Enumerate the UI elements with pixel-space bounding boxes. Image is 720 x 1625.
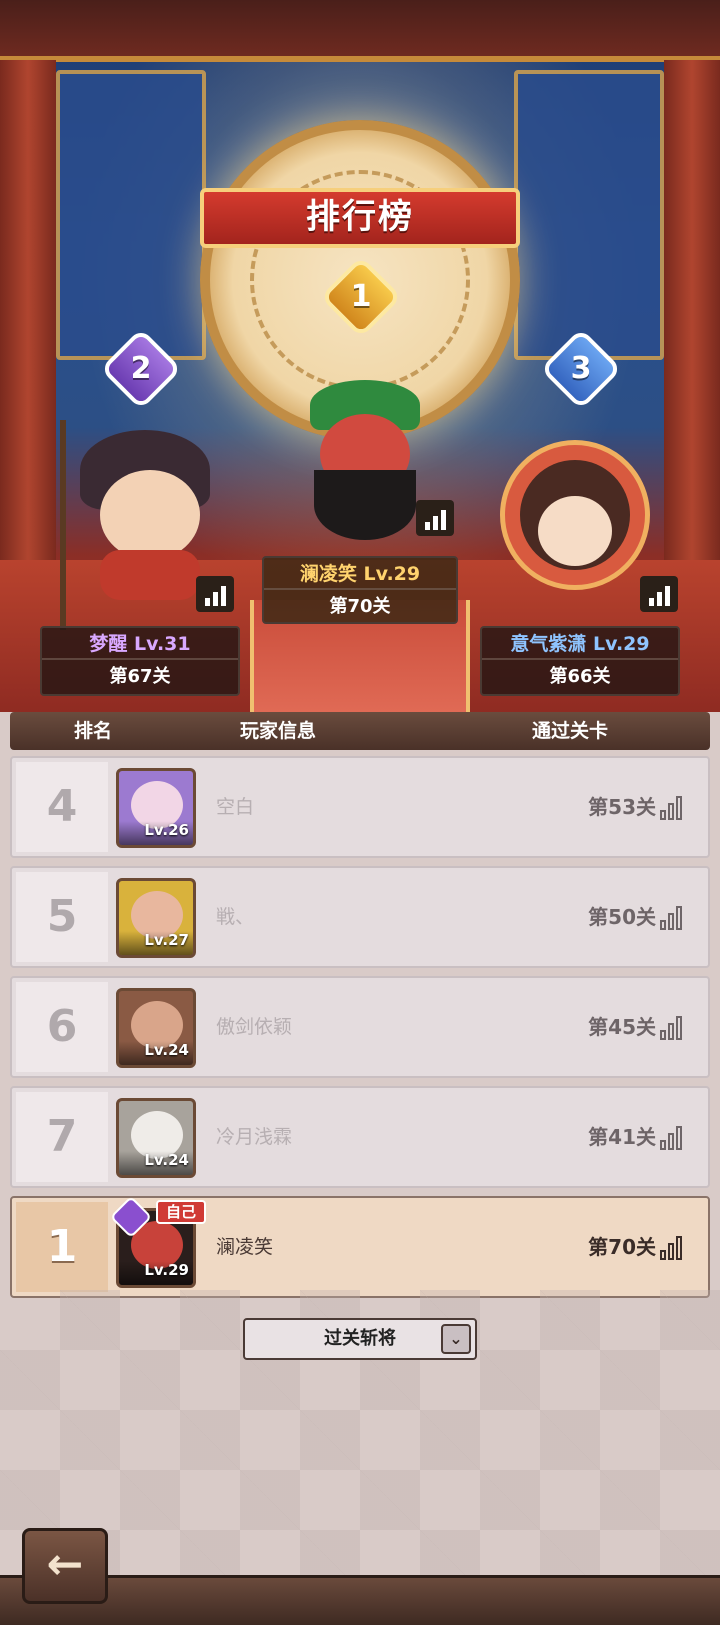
leaderboard-type-dropdown[interactable]: 过关斩将 ⌄ (243, 1318, 477, 1360)
ranking-list: 4 Lv.26 空白 第53关 5 Lv.27 戦、 第50关 6 Lv.24 … (10, 756, 710, 1306)
stats-icon[interactable] (660, 1234, 688, 1260)
self-level: Lv.29 (119, 1261, 193, 1285)
rank-3-stats-icon[interactable] (640, 576, 678, 612)
rank-3-name: 意气紫潇 (510, 633, 587, 655)
player-stage: 第53关 (588, 795, 656, 819)
table-row[interactable]: 7 Lv.24 冷月浅霖 第41关 (10, 1086, 710, 1188)
left-wall-panel (56, 70, 206, 360)
rank-1-name: 澜凌笑 (299, 563, 357, 585)
table-row[interactable]: 4 Lv.26 空白 第53关 (10, 756, 710, 858)
player-avatar[interactable]: Lv.24 (116, 988, 196, 1068)
rank-2-name: 梦醒 (89, 633, 128, 655)
rank-2-nameplate: 梦醒 Lv.31 第67关 (40, 626, 240, 696)
player-avatar[interactable]: Lv.24 (116, 1098, 196, 1178)
table-header: 排名 玩家信息 通过关卡 (10, 712, 710, 750)
row-rank: 4 (16, 762, 108, 852)
rank-2-stats-icon[interactable] (196, 576, 234, 612)
player-name: 傲剑依颖 (216, 1016, 293, 1038)
table-row[interactable]: 5 Lv.27 戦、 第50关 (10, 866, 710, 968)
header-player-info: 玩家信息 (240, 720, 317, 742)
spear-icon (60, 420, 66, 630)
player-avatar[interactable]: Lv.27 (116, 878, 196, 958)
player-name: 戦、 (216, 906, 255, 928)
player-name: 冷月浅霖 (216, 1126, 293, 1148)
stats-icon[interactable] (660, 794, 688, 820)
player-level: Lv.26 (119, 821, 193, 845)
roof-decoration (0, 0, 720, 62)
player-avatar[interactable]: Lv.26 (116, 768, 196, 848)
stats-icon[interactable] (660, 1124, 688, 1150)
row-rank: 6 (16, 982, 108, 1072)
player-stage: 第41关 (588, 1125, 656, 1149)
rank-2-level: Lv.31 (134, 633, 191, 655)
stats-icon[interactable] (660, 1014, 688, 1040)
self-tag-badge: 自己 (156, 1200, 206, 1224)
player-name: 空白 (216, 796, 255, 818)
rank-1-level: Lv.29 (363, 563, 421, 585)
self-row[interactable]: 1 Lv.29 自己 澜凌笑 第70关 (10, 1195, 710, 1298)
rank-3-hero-avatar[interactable] (500, 440, 650, 610)
back-button[interactable]: ← (22, 1528, 108, 1604)
rank-1-hero-avatar[interactable] (300, 380, 430, 540)
row-rank: 5 (16, 872, 108, 962)
rank-3-stage: 第66关 (549, 666, 611, 687)
right-pillar (664, 60, 720, 580)
header-stage: 通过关卡 (532, 720, 609, 742)
stats-icon[interactable] (660, 904, 688, 930)
dropdown-selected: 过关斩将 (324, 1328, 396, 1349)
rank-1-stage: 第70关 (329, 596, 391, 617)
rank-3-level: Lv.29 (593, 633, 650, 655)
rank-2-stage: 第67关 (109, 666, 171, 687)
player-level: Lv.24 (119, 1041, 193, 1065)
rank-1-nameplate: 澜凌笑 Lv.29 第70关 (262, 556, 458, 624)
self-stage: 第70关 (588, 1235, 656, 1259)
self-name: 澜凌笑 (216, 1236, 274, 1258)
right-wall-panel (514, 70, 664, 360)
rank-2-hero-avatar[interactable] (70, 420, 220, 600)
arrow-left-icon: ← (46, 1539, 84, 1590)
self-rank: 1 (16, 1202, 108, 1292)
player-level: Lv.27 (119, 931, 193, 955)
page-title: 排行榜 (200, 188, 520, 248)
player-stage: 第50关 (588, 905, 656, 929)
rank-3-nameplate: 意气紫潇 Lv.29 第66关 (480, 626, 680, 696)
row-rank: 7 (16, 1092, 108, 1182)
table-row[interactable]: 6 Lv.24 傲剑依颖 第45关 (10, 976, 710, 1078)
player-stage: 第45关 (588, 1015, 656, 1039)
rank-1-stats-icon[interactable] (416, 500, 454, 536)
player-level: Lv.24 (119, 1151, 193, 1175)
chevron-down-icon[interactable]: ⌄ (441, 1324, 471, 1354)
bottom-bar (0, 1575, 720, 1625)
header-rank: 排名 (74, 720, 113, 742)
podium-stage: 排行榜 1 2 3 澜凌笑 Lv.29 第70关 梦醒 Lv.31 第67关 意… (0, 0, 720, 712)
left-pillar (0, 60, 56, 580)
